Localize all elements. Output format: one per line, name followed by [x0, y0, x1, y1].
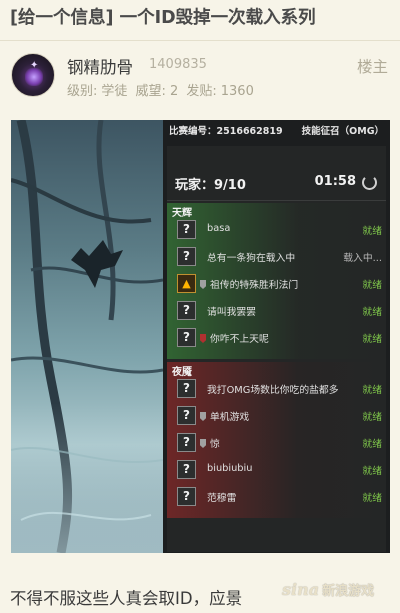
player-row: ? biubiubiu 就绪	[167, 457, 386, 483]
flag-icon	[200, 334, 206, 343]
player-status: 就绪	[362, 439, 382, 450]
player-row: ? 我打OMG场数比你吃的盐都多 就绪	[167, 376, 386, 402]
hero-unknown-icon: ?	[177, 328, 196, 347]
player-status: 就绪	[362, 307, 382, 318]
level-value: 学徒	[101, 84, 128, 99]
hero-unknown-icon: ?	[177, 433, 196, 452]
thread-title: [给一个信息] 一个ID毁掉一次载入系列	[10, 8, 316, 28]
player-row: ? 单机游戏 就绪	[167, 403, 386, 429]
player-row: ▲ 祖传的特殊胜利法门 就绪	[167, 271, 386, 297]
hero-unknown-icon: ?	[177, 487, 196, 506]
player-row: ? basa 就绪	[167, 217, 386, 243]
avatar-spark-icon: ✦	[30, 60, 39, 71]
team-dire: 夜魇 ? 我打OMG场数比你吃的盐都多 就绪 ? 单机游戏 就绪 ? 惊 就绪	[167, 362, 386, 518]
floor-badge: 楼主	[356, 58, 388, 76]
post-body-text: 不得不服这些人真会取ID，应景	[10, 589, 243, 608]
player-status: 就绪	[362, 493, 382, 504]
hero-unknown-icon: ?	[177, 247, 196, 266]
hero-unknown-icon: ?	[177, 460, 196, 479]
player-name: 祖传的特殊胜利法门	[210, 280, 299, 291]
player-name: 范穆雷	[207, 493, 237, 504]
player-status: 就绪	[362, 280, 382, 291]
team-radiant: 天辉 ? basa 就绪 ? 总有一条狗在载入中 载入中... ▲ 祖传的特殊胜…	[167, 203, 386, 359]
sina-games-watermark: sina 新浪游戏	[282, 575, 374, 603]
match-id: 比赛编号：2516662819	[169, 126, 283, 137]
username[interactable]: 钢精肋骨	[67, 54, 133, 78]
loading-spinner-icon	[362, 175, 377, 190]
posts-label: 发贴:	[186, 84, 217, 99]
players-count: 玩家：9/10	[175, 178, 246, 193]
hero-unknown-icon: ?	[177, 301, 196, 320]
player-name: 你咋不上天呢	[210, 334, 269, 345]
player-row: ? 总有一条狗在载入中 载入中...	[167, 244, 386, 270]
player-row: ? 惊 就绪	[167, 430, 386, 456]
flag-icon	[200, 280, 206, 289]
user-meta: 级别: 学徒 威望: 2 发贴: 1360	[67, 80, 258, 99]
hero-unknown-icon: ?	[177, 406, 196, 425]
player-name: 总有一条狗在载入中	[207, 253, 296, 264]
hero-unknown-icon: ?	[177, 379, 196, 398]
level-label: 级别:	[67, 84, 98, 99]
load-timer: 01:58	[314, 174, 356, 189]
game-scene-art	[11, 120, 163, 553]
flag-icon	[200, 412, 206, 421]
player-name: 惊	[210, 439, 220, 450]
hero-emblem-icon: ▲	[177, 274, 196, 293]
player-status: 就绪	[362, 466, 382, 477]
player-row: ? 你咋不上天呢 就绪	[167, 325, 386, 351]
player-name: biubiubiu	[207, 463, 253, 474]
prestige-value: 2	[169, 84, 179, 99]
prestige-label: 威望:	[135, 84, 166, 99]
player-status: 就绪	[362, 412, 382, 423]
posts-value: 1360	[220, 84, 254, 99]
player-row: ? 请叫我罢罢 就绪	[167, 298, 386, 324]
avatar[interactable]: ✦	[11, 53, 55, 97]
flag-icon	[200, 439, 206, 448]
player-name: 请叫我罢罢	[207, 307, 256, 318]
player-status: 就绪	[362, 334, 382, 345]
player-status: 就绪	[362, 385, 382, 396]
player-status: 就绪	[362, 226, 382, 237]
player-name: 我打OMG场数比你吃的盐都多	[207, 385, 339, 396]
sina-logo-icon: sina	[282, 579, 320, 599]
player-name: 单机游戏	[210, 412, 250, 423]
player-row: ? 范穆雷 就绪	[167, 484, 386, 510]
watermark-text: 新浪游戏	[322, 583, 375, 599]
lobby-panel: 比赛编号：2516662819 技能征召（OMG） 玩家：9/10 01:58 …	[163, 120, 390, 553]
user-id: 1409835	[149, 57, 207, 72]
hero-unknown-icon: ?	[177, 220, 196, 239]
fog-overlay	[11, 403, 163, 553]
player-name: basa	[207, 223, 231, 234]
post-image[interactable]: 比赛编号：2516662819 技能征召（OMG） 玩家：9/10 01:58 …	[11, 120, 390, 553]
divider	[167, 200, 386, 201]
lobby-body: 玩家：9/10 01:58 天辉 ? basa 就绪 ? 总有一条狗在载入中 载…	[167, 146, 386, 552]
game-mode: 技能征召（OMG）	[301, 126, 384, 137]
player-status: 载入中...	[343, 253, 382, 264]
divider	[0, 40, 400, 41]
